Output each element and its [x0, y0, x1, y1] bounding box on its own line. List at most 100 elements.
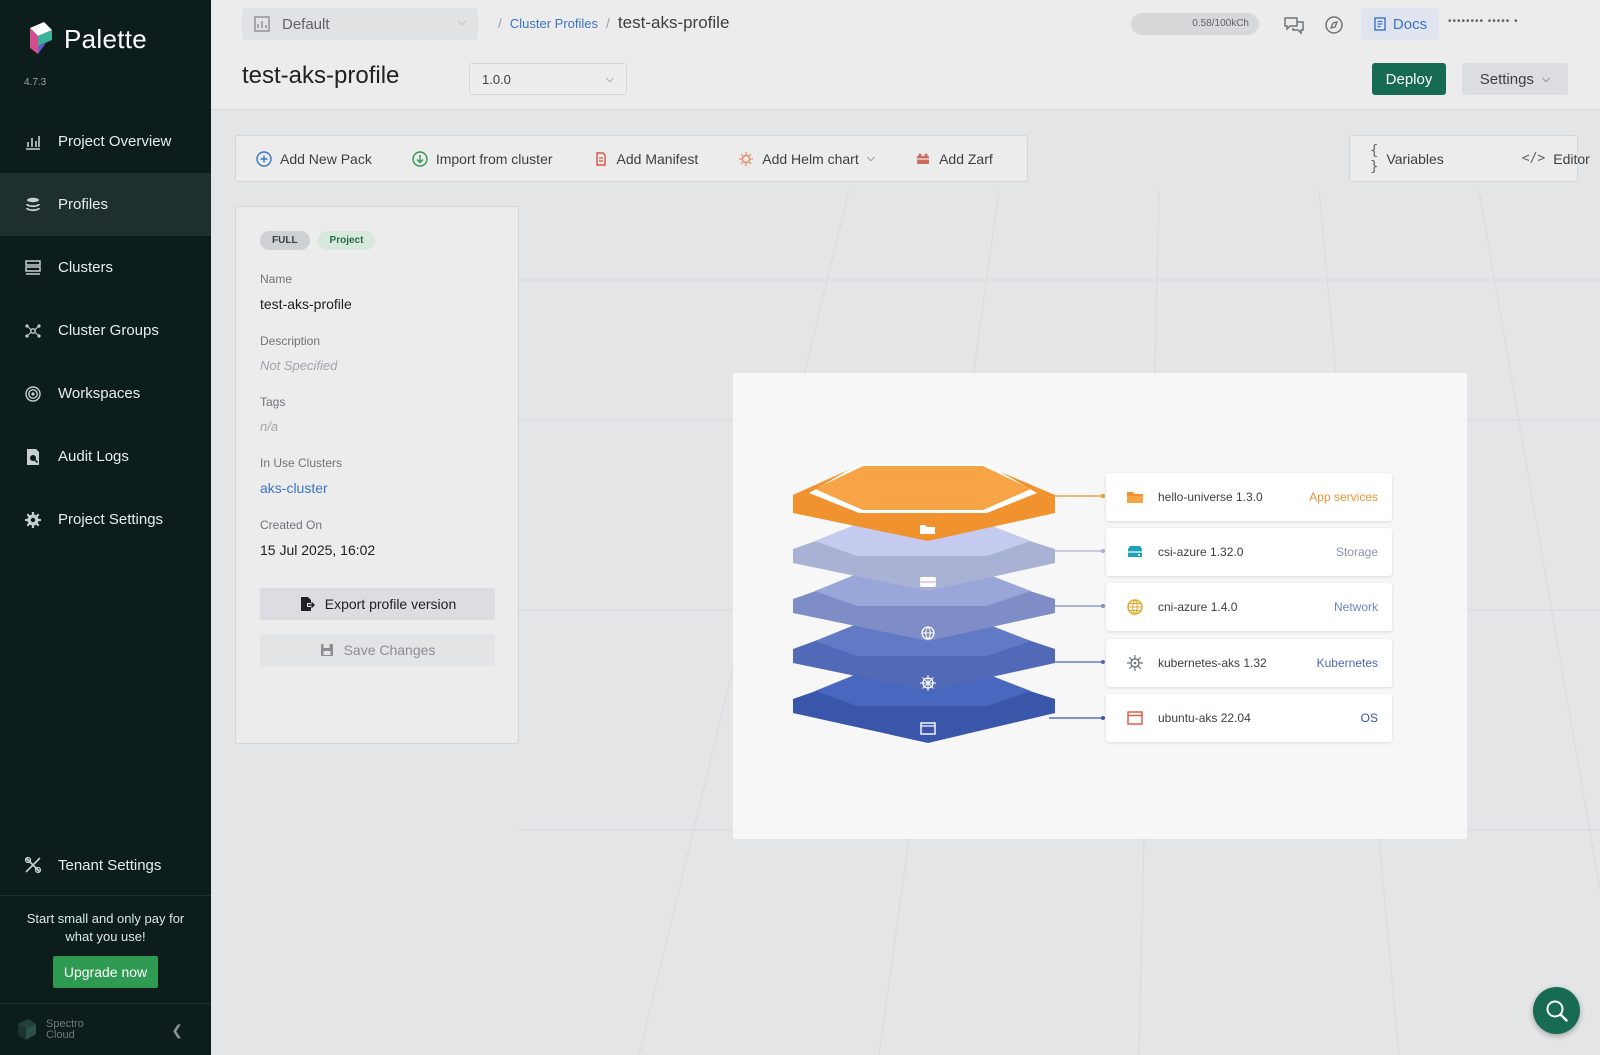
- settings-button[interactable]: Settings ⌵: [1462, 63, 1568, 95]
- tags-field: Tags n/a: [260, 395, 494, 434]
- sidebar-item-cluster-groups[interactable]: Cluster Groups: [0, 299, 211, 362]
- nodes-icon: [25, 323, 41, 338]
- breadcrumb: / Cluster Profiles / test-aks-profile: [498, 13, 729, 33]
- layer-connectors: [1049, 494, 1105, 720]
- compass-icon[interactable]: [1322, 13, 1346, 37]
- version-selector[interactable]: 1.0.0 ⌵: [469, 63, 627, 95]
- upgrade-promo: Start small and only pay for what you us…: [0, 895, 211, 988]
- footer-brand-line2: Cloud: [46, 1028, 75, 1041]
- description-field: Description Not Specified: [260, 334, 494, 373]
- layer-type: App services: [1309, 490, 1378, 504]
- tool-label: Add Zarf: [939, 150, 993, 167]
- profile-type-badge: FULL: [260, 231, 310, 250]
- top-header: Default ⌵ / Cluster Profiles / test-aks-…: [211, 0, 1600, 110]
- sidebar-item-profiles[interactable]: Profiles: [0, 173, 211, 236]
- app-version: 4.7.3: [24, 77, 47, 88]
- servers-icon: [25, 259, 41, 275]
- braces-icon: { }: [1370, 142, 1379, 175]
- add-manifest-button[interactable]: Add Manifest: [593, 150, 699, 167]
- usage-meter[interactable]: 0.58/100kCh: [1131, 13, 1259, 35]
- document-icon: [1374, 17, 1386, 31]
- collapse-sidebar-icon[interactable]: ❮: [171, 1022, 183, 1039]
- window-icon: [1127, 711, 1143, 725]
- profile-details-panel: FULL Project Name test-aks-profile Descr…: [235, 206, 519, 744]
- upgrade-button[interactable]: Upgrade now: [52, 956, 159, 988]
- spectro-cloud-logo-icon: [18, 1018, 36, 1040]
- breadcrumb-separator: /: [498, 15, 502, 31]
- docs-label: Docs: [1392, 15, 1428, 33]
- add-new-pack-button[interactable]: Add New Pack: [256, 151, 372, 167]
- variables-button[interactable]: { } Variables: [1370, 143, 1444, 175]
- layer-card-network[interactable]: cni-azure 1.4.0 Network: [1106, 583, 1392, 631]
- sidebar-item-label: Workspaces: [58, 385, 141, 402]
- sidebar-item-audit-logs[interactable]: Audit Logs: [0, 425, 211, 488]
- chevron-down-icon: ⌵: [866, 152, 876, 164]
- add-helm-chart-button[interactable]: Add Helm chart ⌵: [738, 151, 875, 167]
- sidebar-item-label: Project Settings: [58, 511, 164, 528]
- save-changes-button[interactable]: Save Changes: [260, 634, 495, 666]
- layer-type: OS: [1360, 711, 1378, 725]
- name-field: Name test-aks-profile: [260, 272, 494, 312]
- layer-name: csi-azure 1.32.0: [1158, 545, 1244, 559]
- export-label: Export profile version: [324, 596, 457, 612]
- field-label: In Use Clusters: [260, 456, 343, 470]
- target-icon: [25, 385, 41, 402]
- deploy-button[interactable]: Deploy: [1372, 63, 1446, 95]
- version-value: 1.0.0: [482, 71, 511, 87]
- tool-label: Add Manifest: [616, 150, 699, 167]
- sidebar-item-label: Cluster Groups: [58, 322, 159, 339]
- save-icon: [320, 644, 333, 656]
- breadcrumb-separator: /: [606, 15, 610, 31]
- sidebar-item-label: Audit Logs: [58, 448, 129, 465]
- manifest-icon: [595, 151, 606, 166]
- layer-name: ubuntu-aks 22.04: [1158, 711, 1251, 725]
- layer-name: hello-universe 1.3.0: [1158, 490, 1263, 504]
- tool-label: Variables: [1386, 150, 1444, 167]
- search-help-button[interactable]: [1533, 987, 1580, 1034]
- tools-icon: [24, 856, 42, 874]
- cluster-link[interactable]: aks-cluster: [260, 480, 494, 496]
- sidebar-item-project-settings[interactable]: Project Settings: [0, 488, 211, 551]
- user-menu[interactable]: •••••••• ••••• •: [1448, 16, 1558, 30]
- tool-label: Add Helm chart: [762, 150, 859, 167]
- breadcrumb-cluster-profiles[interactable]: Cluster Profiles: [510, 16, 598, 31]
- helm-icon: [739, 151, 754, 166]
- editor-button[interactable]: </> Editor: [1522, 151, 1590, 167]
- app-services-layer-hexagon[interactable]: [793, 464, 1055, 541]
- pack-toolbar: Add New Pack Import from cluster Add Man…: [235, 135, 1028, 182]
- layer-card-os[interactable]: ubuntu-aks 22.04 OS: [1106, 694, 1392, 742]
- sidebar-item-tenant-settings[interactable]: Tenant Settings: [0, 835, 211, 895]
- layer-type: Kubernetes: [1316, 656, 1378, 670]
- sidebar-item-project-overview[interactable]: Project Overview: [0, 110, 211, 173]
- chevron-down-icon: ⌵: [1541, 72, 1551, 85]
- export-profile-button[interactable]: Export profile version: [260, 588, 495, 620]
- brand-logo[interactable]: Palette: [26, 20, 147, 58]
- chat-icon[interactable]: [1282, 13, 1306, 37]
- layer-card-app-services[interactable]: hello-universe 1.3.0 App services: [1106, 473, 1392, 521]
- tool-label: Add New Pack: [280, 150, 372, 167]
- search-icon: [1546, 1000, 1568, 1022]
- layer-card-storage[interactable]: csi-azure 1.32.0 Storage: [1106, 528, 1392, 576]
- sidebar-item-workspaces[interactable]: Workspaces: [0, 362, 211, 425]
- folder-icon: [1127, 492, 1143, 503]
- save-label: Save Changes: [343, 642, 436, 658]
- docs-button[interactable]: Docs: [1361, 8, 1439, 40]
- layer-card-kubernetes[interactable]: kubernetes-aks 1.32 Kubernetes: [1106, 639, 1392, 687]
- field-label: Tags: [260, 395, 286, 409]
- import-from-cluster-button[interactable]: Import from cluster: [412, 151, 553, 167]
- settings-label: Settings: [1479, 70, 1534, 88]
- gear-icon: [25, 511, 41, 528]
- chevron-down-icon: ⌵: [457, 16, 466, 28]
- created-on-value: 15 Jul 2025, 16:02: [260, 542, 376, 558]
- sidebar-item-label: Profiles: [58, 196, 109, 213]
- footer-brand-line1: Spectro: [46, 1017, 84, 1030]
- editor-toolbar: { } Variables </> Editor: [1349, 135, 1590, 182]
- tool-label: Editor: [1553, 150, 1590, 167]
- add-zarf-button[interactable]: Add Zarf: [915, 151, 993, 167]
- project-selector[interactable]: Default ⌵: [242, 8, 478, 40]
- plus-circle-icon: [256, 150, 272, 167]
- sidebar: Palette 4.7.3 Project Overview Profiles …: [0, 0, 211, 1055]
- sidebar-item-clusters[interactable]: Clusters: [0, 236, 211, 299]
- chevron-down-icon: ⌵: [605, 73, 614, 85]
- field-label: Description: [260, 334, 321, 348]
